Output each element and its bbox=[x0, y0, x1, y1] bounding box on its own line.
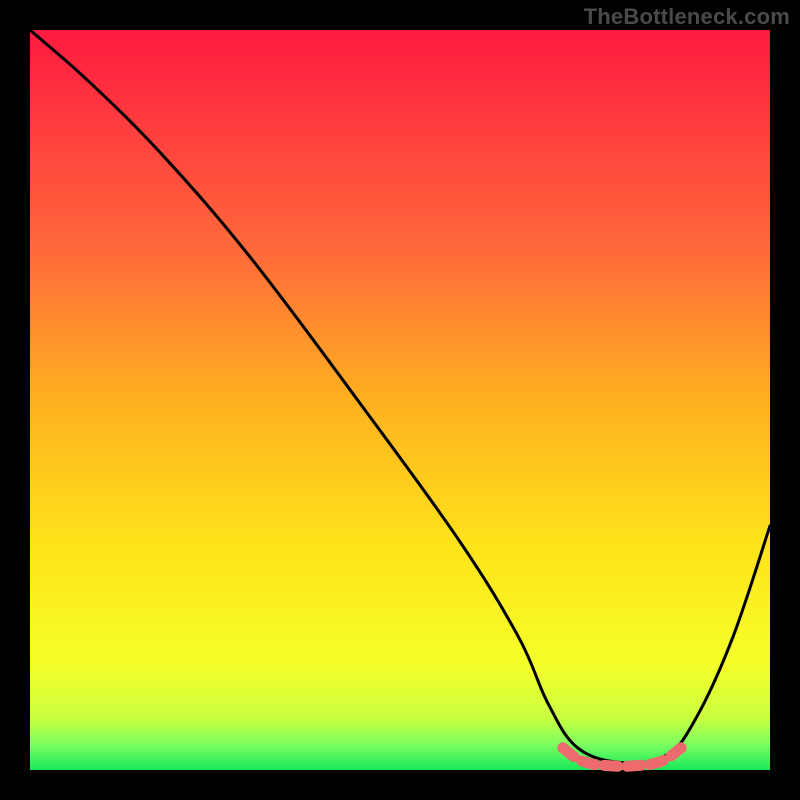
watermark-text: TheBottleneck.com bbox=[584, 4, 790, 30]
chart-frame: TheBottleneck.com bbox=[0, 0, 800, 800]
gradient-background bbox=[30, 30, 770, 770]
bottleneck-chart bbox=[0, 0, 800, 800]
